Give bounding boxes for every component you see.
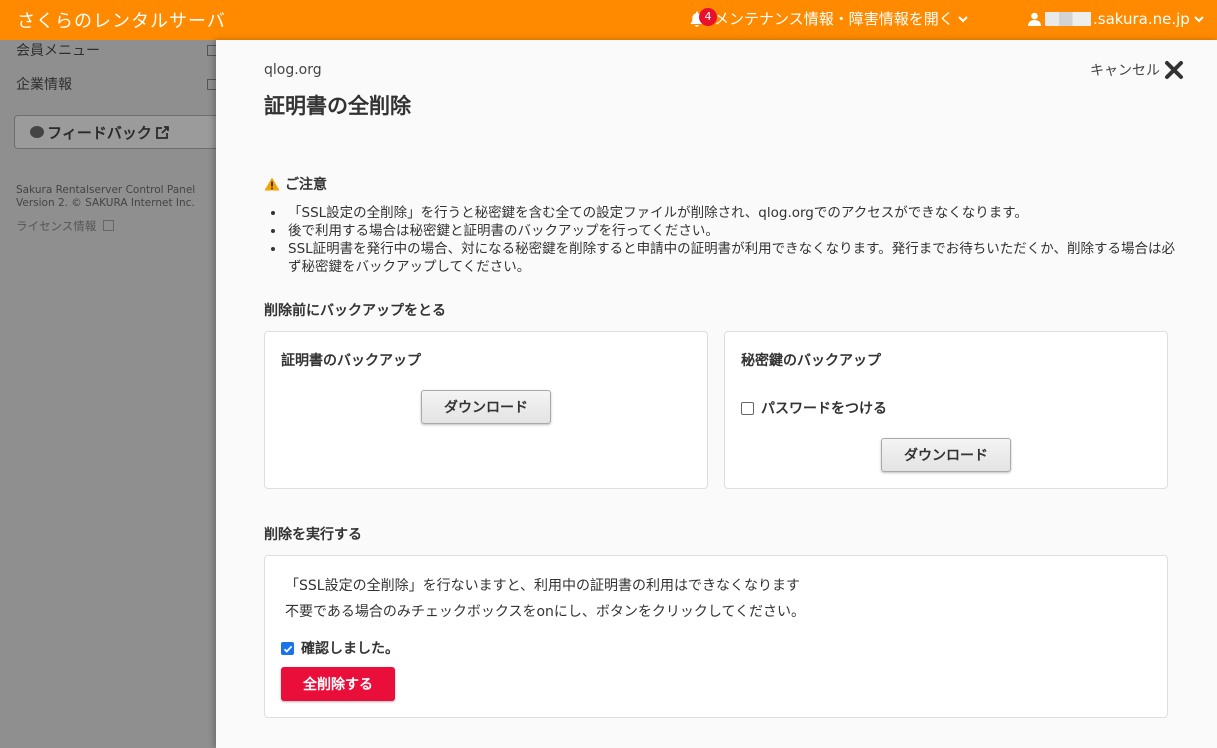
password-option[interactable]: パスワードをつける [741,398,887,418]
maintenance-info-toggle[interactable]: 4 メンテナンス情報・障害情報を開く [690,7,968,29]
confirm-label: 確認しました。 [301,641,399,657]
certificate-backup-card: 証明書のバックアップ ダウンロード [264,331,708,489]
list-item: 「SSL設定の全削除」を行うと秘密鍵を含む全ての設定ファイルが削除され、qlog… [264,204,1179,222]
warning-icon [264,177,280,191]
brand-logo[interactable]: さくらのレンタルサーバ [17,7,226,33]
execute-delete-card: 「SSL設定の全削除」を行ないますと、利用中の証明書の利用はできなくなります 不… [264,555,1168,718]
private-key-download-button[interactable]: ダウンロード [881,438,1011,472]
password-checkbox[interactable] [741,401,754,415]
feedback-label: フィードバック [47,123,152,142]
caution-heading: ご注意 [264,174,327,194]
top-bar: さくらのレンタルサーバ 4 メンテナンス情報・障害情報を開く .sakura.n… [0,0,1217,40]
close-icon [1164,60,1184,80]
copyright-line: Sakura Rentalserver Control Panel [16,184,196,196]
license-link[interactable]: ライセンス情報 [16,218,114,234]
password-label: パスワードをつける [761,401,887,417]
chevron-down-icon [957,14,968,24]
certificate-backup-title: 証明書のバックアップ [281,353,421,369]
list-item: 後で利用する場合は秘密鍵と証明書のバックアップを行ってください。 [264,222,1179,240]
caution-title: ご注意 [285,177,327,193]
private-key-backup-title: 秘密鍵のバックアップ [741,353,881,369]
sidebar: 会員メニュー 企業情報 フィードバック Sakura Rentalserver … [0,40,224,748]
external-link-icon [207,79,216,90]
user-icon [1028,12,1045,26]
bell-icon: 4 [690,7,717,27]
external-link-icon [207,45,216,56]
maintenance-info-label: メンテナンス情報・障害情報を開く [714,10,954,28]
feedback-button[interactable]: フィードバック [14,115,224,149]
page-title: 証明書の全削除 [264,94,411,118]
license-label: ライセンス情報 [16,219,97,233]
copyright-line: Version 2. © SAKURA Internet Inc. [16,197,195,209]
execute-heading: 削除を実行する [264,527,362,543]
delete-all-button[interactable]: 全削除する [281,667,395,701]
domain-label: qlog.org [264,62,322,78]
redacted-account-name [1045,12,1091,26]
delete-certificate-panel: qlog.org 証明書の全削除 キャンセル ご注意 「SSL設定の全削除」を行… [216,40,1217,748]
copyright: Sakura Rentalserver Control Panel Versio… [16,184,195,210]
account-domain: .sakura.ne.jp [1093,10,1190,28]
execute-warning-text: 「SSL設定の全削除」を行ないますと、利用中の証明書の利用はできなくなります [285,578,801,594]
notification-badge: 4 [699,7,717,26]
private-key-backup-card: 秘密鍵のバックアップ パスワードをつける ダウンロード [724,331,1168,489]
sidebar-item-member-menu[interactable]: 会員メニュー [16,40,100,60]
external-link-icon [155,125,169,139]
execute-instruction-text: 不要である場合のみチェックボックスをonにし、ボタンをクリックしてください。 [285,604,806,620]
caution-notes: 「SSL設定の全削除」を行うと秘密鍵を含む全ての設定ファイルが削除され、qlog… [264,204,1179,276]
account-menu[interactable]: .sakura.ne.jp [1028,10,1204,28]
certificate-download-button[interactable]: ダウンロード [421,390,551,424]
backup-heading: 削除前にバックアップをとる [264,303,446,319]
sidebar-item-company-info[interactable]: 企業情報 [16,74,72,94]
chevron-down-icon [1194,14,1204,24]
list-item: SSL証明書を発行中の場合、対になる秘密鍵を削除すると申請中の証明書が利用できな… [264,240,1179,276]
cancel-button[interactable]: キャンセル [1090,60,1184,80]
chat-bubble-icon [30,126,45,138]
confirm-checkbox[interactable] [281,641,294,655]
confirm-option[interactable]: 確認しました。 [281,638,399,658]
external-link-icon [102,220,114,231]
cancel-label: キャンセル [1090,63,1160,79]
